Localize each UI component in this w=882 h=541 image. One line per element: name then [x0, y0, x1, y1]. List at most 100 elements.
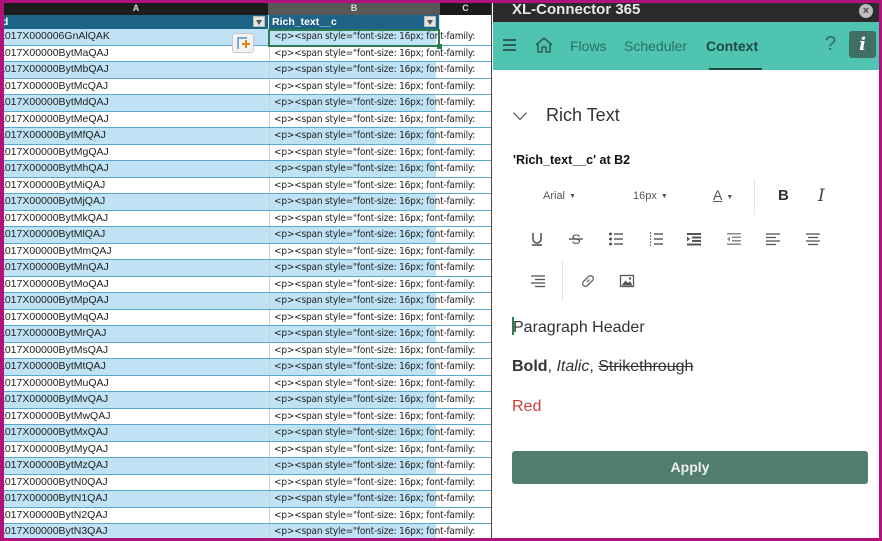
close-icon[interactable]: × [859, 4, 873, 18]
cell-id[interactable]: a017X000006GnAlQAK [4, 29, 269, 45]
indent-icon[interactable] [686, 231, 702, 247]
cell-rich-text[interactable]: <p><span style="font-size: 16px; font-fa… [269, 276, 491, 292]
section-rich-text[interactable]: Rich Text [512, 105, 620, 126]
rich-text-editor[interactable]: Paragraph Header Bold, Italic, Strikethr… [512, 317, 867, 437]
font-size-select[interactable]: 16px ▼ [633, 190, 668, 202]
cell-rich-text[interactable]: <p><span style="font-size: 16px; font-fa… [269, 441, 491, 457]
align-center-icon[interactable] [805, 231, 821, 247]
font-family-select[interactable]: Arial ▼ [543, 190, 576, 202]
info-button[interactable]: i [849, 31, 876, 58]
cell-rich-text[interactable]: <p><span style="font-size: 16px; font-fa… [269, 309, 491, 325]
cell-rich-text[interactable]: <p><span style="font-size: 16px; font-fa… [269, 260, 491, 276]
align-right-icon[interactable] [530, 273, 546, 289]
cell-id[interactable]: a017X00000BytMxQAJ [4, 425, 269, 441]
cell-rich-text[interactable]: <p><span style="font-size: 16px; font-fa… [269, 375, 491, 391]
cell-id[interactable]: a017X00000BytMzQAJ [4, 458, 269, 474]
filter-dropdown-icon[interactable] [253, 16, 265, 27]
cell-id[interactable]: a017X00000BytMbQAJ [4, 62, 269, 78]
cell-rich-text[interactable]: <p><span style="font-size: 16px; font-fa… [269, 111, 491, 127]
cell-id[interactable]: a017X00000BytMmQAJ [4, 244, 269, 260]
table-row: a017X00000BytMmQAJ <p><span style="font-s… [4, 243, 491, 260]
apply-button[interactable]: Apply [512, 451, 868, 484]
cell-rich-text[interactable]: <p><span style="font-size: 16px; font-fa… [269, 194, 491, 210]
outdent-icon[interactable] [726, 231, 742, 247]
column-letter-a[interactable]: A [4, 3, 269, 15]
image-icon[interactable] [619, 273, 635, 289]
cell-rich-text[interactable]: <p><span style="font-size: 16px; font-fa… [269, 392, 491, 408]
filter-dropdown-icon[interactable] [424, 16, 436, 27]
cell-id[interactable]: a017X00000BytMpQAJ [4, 293, 269, 309]
numbered-list-icon[interactable] [648, 231, 664, 247]
cell-rich-text[interactable]: <p><span style="font-size: 16px; font-fa… [269, 458, 491, 474]
cell-id[interactable]: a017X00000BytMoQAJ [4, 277, 269, 293]
spreadsheet: A B C Id Rich_text__c a017X000006GnAlQAK… [4, 3, 492, 538]
cell-rich-text[interactable]: <p><span style="font-size: 16px; font-fa… [269, 227, 491, 243]
cell-rich-text[interactable]: <p><span style="font-size: 16px; font-fa… [269, 177, 491, 193]
cell-id[interactable]: a017X00000BytMsQAJ [4, 343, 269, 359]
bullet-list-icon[interactable] [608, 231, 624, 247]
cell-rich-text[interactable]: <p><span style="font-size: 16px; font-fa… [269, 425, 491, 441]
cell-rich-text[interactable]: <p><span style="font-size: 16px; font-fa… [269, 45, 491, 61]
cell-rich-text[interactable]: <p><span style="font-size: 16px; font-fa… [269, 359, 491, 375]
italic-button[interactable]: I [818, 186, 825, 206]
cell-id[interactable]: a017X00000BytMfQAJ [4, 128, 269, 144]
cell-rich-text[interactable]: <p><span style="font-size: 16px; font-fa… [269, 326, 491, 342]
cell-id[interactable]: a017X00000BytMgQAJ [4, 145, 269, 161]
cell-rich-text[interactable]: <p><span style="font-size: 16px; font-fa… [269, 342, 491, 358]
cell-rich-text[interactable]: <p><span style="font-size: 16px; font-fa… [269, 161, 491, 177]
link-icon[interactable] [580, 273, 596, 289]
cell-id[interactable]: a017X00000BytMiQAJ [4, 178, 269, 194]
cell-rich-text[interactable]: <p><span style="font-size: 16px; font-fa… [269, 95, 491, 111]
column-letter-b[interactable]: B [269, 3, 440, 15]
cell-rich-text[interactable]: <p><span style="font-size: 16px; font-fa… [269, 144, 491, 160]
cell-rich-text[interactable]: <p><span style="font-size: 16px; font-fa… [269, 29, 491, 45]
cell-id[interactable]: a017X00000BytMtQAJ [4, 359, 269, 375]
cell-rich-text[interactable]: <p><span style="font-size: 16px; font-fa… [269, 293, 491, 309]
header-rich-text[interactable]: Rich_text__c [269, 15, 440, 29]
cell-rich-text[interactable]: <p><span style="font-size: 16px; font-fa… [269, 507, 491, 523]
bold-button[interactable]: B [778, 187, 789, 204]
cell-id[interactable]: a017X00000BytMaQAJ [4, 46, 269, 62]
cell-id[interactable]: a017X00000BytMeQAJ [4, 112, 269, 128]
cell-id[interactable]: a017X00000BytMnQAJ [4, 260, 269, 276]
hamburger-icon[interactable] [503, 39, 516, 51]
home-icon[interactable] [534, 36, 554, 54]
align-left-icon[interactable] [765, 231, 781, 247]
paste-options-icon[interactable] [232, 33, 254, 53]
cell-rich-text[interactable]: <p><span style="font-size: 16px; font-fa… [269, 243, 491, 259]
strikethrough-icon[interactable]: S [568, 231, 584, 247]
cell-rich-text[interactable]: <p><span style="font-size: 16px; font-fa… [269, 491, 491, 507]
cell-id[interactable]: a017X00000BytMvQAJ [4, 392, 269, 408]
cell-id[interactable]: a017X00000BytMhQAJ [4, 161, 269, 177]
cell-rich-text[interactable]: <p><span style="font-size: 16px; font-fa… [269, 62, 491, 78]
help-icon[interactable]: ? [825, 33, 836, 56]
cell-id[interactable]: a017X00000BytMlQAJ [4, 227, 269, 243]
tab-context[interactable]: Context [706, 38, 758, 54]
tab-scheduler[interactable]: Scheduler [624, 38, 687, 54]
font-color-select[interactable]: A ▼ [713, 187, 733, 203]
cell-rich-text[interactable]: <p><span style="font-size: 16px; font-fa… [269, 210, 491, 226]
cell-id[interactable]: a017X00000BytN1QAJ [4, 491, 269, 507]
cell-id[interactable]: a017X00000BytMdQAJ [4, 95, 269, 111]
cell-id[interactable]: a017X00000BytN2QAJ [4, 508, 269, 524]
header-empty[interactable] [440, 15, 491, 29]
column-letter-c[interactable]: C [440, 3, 491, 15]
cell-rich-text[interactable]: <p><span style="font-size: 16px; font-fa… [269, 128, 491, 144]
cell-rich-text[interactable]: <p><span style="font-size: 16px; font-fa… [269, 524, 491, 538]
cell-id[interactable]: a017X00000BytMrQAJ [4, 326, 269, 342]
cell-id[interactable]: a017X00000BytMjQAJ [4, 194, 269, 210]
cell-id[interactable]: a017X00000BytMcQAJ [4, 79, 269, 95]
cell-rich-text[interactable]: <p><span style="font-size: 16px; font-fa… [269, 474, 491, 490]
cell-id[interactable]: a017X00000BytMwQAJ [4, 409, 269, 425]
header-id[interactable]: Id [4, 15, 269, 29]
cell-id[interactable]: a017X00000BytMqQAJ [4, 310, 269, 326]
cell-rich-text[interactable]: <p><span style="font-size: 16px; font-fa… [269, 78, 491, 94]
cell-id[interactable]: a017X00000BytMuQAJ [4, 376, 269, 392]
cell-id[interactable]: a017X00000BytN3QAJ [4, 524, 269, 538]
cell-id[interactable]: a017X00000BytMyQAJ [4, 442, 269, 458]
cell-rich-text[interactable]: <p><span style="font-size: 16px; font-fa… [269, 408, 491, 424]
cell-id[interactable]: a017X00000BytN0QAJ [4, 475, 269, 491]
tab-flows[interactable]: Flows [570, 38, 607, 54]
cell-id[interactable]: a017X00000BytMkQAJ [4, 211, 269, 227]
underline-icon[interactable] [529, 231, 545, 247]
